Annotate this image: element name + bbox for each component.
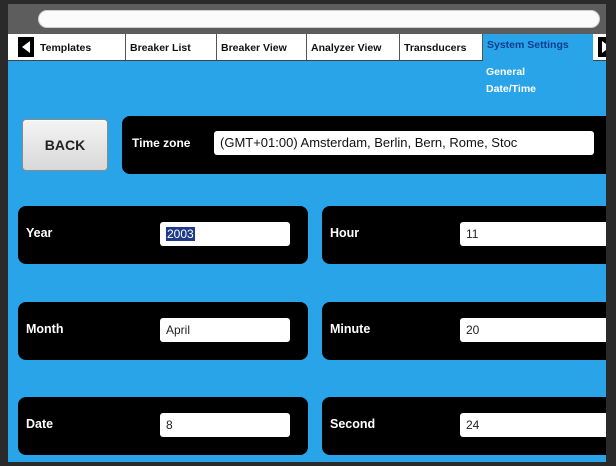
tab-templates[interactable]: Templates xyxy=(36,34,126,60)
year-label: Year xyxy=(26,226,53,240)
timezone-panel: Time zone (GMT+01:00) Amsterdam, Berlin,… xyxy=(122,116,606,174)
tab-bar: Templates Breaker List Breaker View Anal… xyxy=(8,34,606,62)
tab-breaker-list[interactable]: Breaker List xyxy=(126,34,217,60)
tab-system-settings[interactable]: System Settings xyxy=(483,34,593,62)
tab-scroll-left-button[interactable] xyxy=(18,37,34,57)
year-panel: Year 2003 xyxy=(18,206,308,264)
hour-panel: Hour 11 xyxy=(322,206,606,264)
year-field[interactable]: 2003 xyxy=(160,222,290,246)
minute-field[interactable]: 20 xyxy=(460,318,606,342)
timezone-select[interactable]: (GMT+01:00) Amsterdam, Berlin, Bern, Rom… xyxy=(214,131,594,155)
app-screen: Templates Breaker List Breaker View Anal… xyxy=(8,4,606,462)
submenu-date-time[interactable]: Date/Time xyxy=(486,83,536,95)
hour-label: Hour xyxy=(330,226,360,240)
arrow-left-icon xyxy=(22,41,30,53)
timezone-label: Time zone xyxy=(132,136,191,150)
date-panel: Date 8 xyxy=(18,397,308,455)
title-bar xyxy=(8,4,606,34)
month-label: Month xyxy=(26,322,64,336)
title-field xyxy=(38,10,600,28)
tab-scroll-right-button[interactable] xyxy=(598,37,606,57)
tab-analyzer-view[interactable]: Analyzer View xyxy=(307,34,400,60)
second-panel: Second 24 xyxy=(322,397,606,455)
tab-breaker-view[interactable]: Breaker View xyxy=(217,34,307,60)
date-field[interactable]: 8 xyxy=(160,413,290,437)
submenu-general[interactable]: General xyxy=(486,66,525,78)
arrow-right-icon xyxy=(602,41,606,53)
minute-panel: Minute 20 xyxy=(322,302,606,360)
minute-label: Minute xyxy=(330,322,371,336)
month-field[interactable]: April xyxy=(160,318,290,342)
hour-field[interactable]: 11 xyxy=(460,222,606,246)
date-label: Date xyxy=(26,417,54,431)
tab-transducers[interactable]: Transducers xyxy=(400,34,483,60)
second-label: Second xyxy=(330,417,376,431)
year-value: 2003 xyxy=(166,227,195,241)
back-button[interactable]: BACK xyxy=(22,119,108,171)
second-field[interactable]: 24 xyxy=(460,413,606,437)
month-panel: Month April xyxy=(18,302,308,360)
